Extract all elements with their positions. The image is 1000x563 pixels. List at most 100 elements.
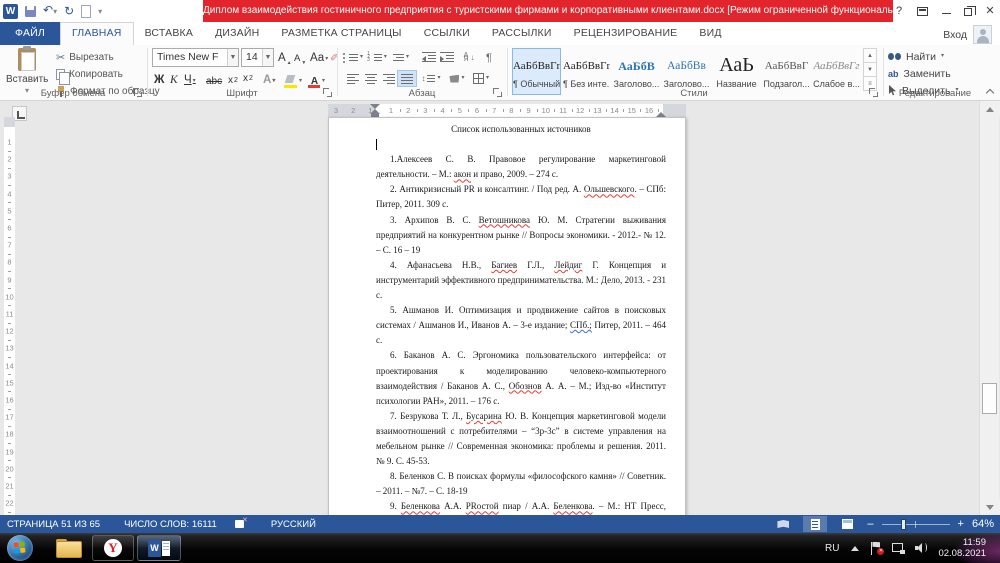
help-icon[interactable]: ? (893, 0, 905, 22)
chevron-down-icon[interactable]: ▼ (262, 49, 273, 66)
italic-button[interactable]: К (170, 71, 178, 88)
bibliography-item-1[interactable]: 1.Алексеев С. В. Правовое регулирование … (376, 152, 666, 182)
replace-button[interactable]: ab Заменить (888, 66, 951, 81)
align-right-button[interactable] (379, 70, 399, 87)
shrink-font-button[interactable]: А▼ (294, 49, 306, 66)
restore-icon[interactable] (964, 8, 972, 16)
network-icon[interactable] (892, 542, 905, 554)
decrease-indent-button[interactable] (419, 49, 439, 66)
bullets-button[interactable]: ▾ (343, 49, 363, 66)
minimize-icon[interactable] (940, 0, 952, 22)
align-left-button[interactable] (343, 70, 363, 87)
grow-font-button[interactable]: А▲ (278, 49, 292, 66)
taskbar-word-button[interactable]: W (137, 535, 181, 561)
numbering-button[interactable]: 123 ▾ (367, 49, 387, 66)
chevron-down-icon[interactable]: ▼ (227, 49, 238, 66)
action-center-flag-icon[interactable]: ✕ (871, 542, 882, 555)
redo-icon[interactable]: ↻ (64, 3, 74, 19)
bibliography-item-5[interactable]: 5. Ашманов И. Оптимизация и продвижение … (376, 303, 666, 348)
strikethrough-button[interactable]: abc (206, 72, 222, 89)
shading-button[interactable]: ▾ (447, 70, 467, 87)
font-dialog-launcher[interactable] (323, 88, 332, 97)
ribbon-tab-вид[interactable]: ВИД (688, 22, 732, 45)
font-family-combo[interactable]: Times New F▼ (152, 48, 239, 67)
clipboard-dialog-launcher[interactable] (133, 88, 142, 97)
avatar-icon[interactable] (973, 25, 992, 44)
increase-indent-button[interactable] (437, 49, 457, 66)
scroll-up-button[interactable] (980, 101, 1000, 117)
bibliography-item-7[interactable]: 7. Безрукова Т. Л., Бусарина Ю. В. Конце… (376, 409, 666, 469)
taskbar-explorer-button[interactable] (52, 535, 84, 561)
font-size-combo[interactable]: 14▼ (241, 48, 274, 67)
change-case-button[interactable]: Аа▾ (310, 49, 328, 66)
bold-button[interactable]: Ж (154, 71, 164, 88)
zoom-in-button[interactable]: + (958, 518, 964, 530)
undo-icon[interactable]: ↶▾ (43, 2, 57, 20)
borders-button[interactable]: ▾ (471, 70, 491, 87)
zoom-level[interactable]: 64% (972, 518, 994, 530)
save-icon[interactable] (25, 6, 36, 17)
bibliography-item-4[interactable]: 4. Афанасьева Н.В., Багиев Г.Л., Лейдиг … (376, 258, 666, 303)
justify-button[interactable] (397, 70, 417, 87)
scrollbar-thumb[interactable] (982, 383, 997, 414)
copy-button[interactable]: Копировать (56, 67, 123, 82)
tray-clock[interactable]: 11:59 02.08.2021 (938, 537, 986, 559)
ribbon-tab-разметка-страницы[interactable]: РАЗМЕТКА СТРАНИЦЫ (270, 22, 412, 45)
find-button[interactable]: Найти▾ (888, 49, 944, 64)
text-effects-button[interactable]: А▾ (263, 71, 275, 88)
styles-scroll-up-icon[interactable]: ▲ (863, 48, 877, 63)
line-spacing-button[interactable]: ↕▾ (421, 70, 441, 87)
taskbar-yandex-button[interactable]: Y (92, 535, 134, 561)
cursor-line[interactable] (376, 137, 666, 152)
document-heading[interactable]: Список использованных источников (376, 122, 666, 137)
ribbon-options-icon[interactable] (917, 7, 928, 16)
ribbon-tab-дизайн[interactable]: ДИЗАЙН (204, 22, 270, 45)
bibliography-item-8[interactable]: 8. Беленков С. В поисках формулы «филосо… (376, 469, 666, 499)
horizontal-ruler[interactable]: 32112345678910111213141516 (328, 104, 686, 117)
web-layout-button[interactable] (835, 516, 859, 532)
document-page[interactable]: Список использованных источников 1.Алекс… (328, 117, 686, 515)
close-icon[interactable]: ✕ (984, 0, 996, 22)
subscript-button[interactable]: x2 (228, 71, 238, 88)
speaker-icon[interactable] (915, 542, 928, 554)
ribbon-tab-главная[interactable]: ГЛАВНАЯ (60, 22, 134, 45)
underline-button[interactable]: Ч▾ (184, 71, 196, 88)
language-indicator[interactable]: РУССКИЙ (271, 519, 316, 530)
sort-button[interactable]: АЯ↓ (459, 49, 479, 66)
highlight-button[interactable]: ▾ (284, 71, 302, 88)
word-count[interactable]: ЧИСЛО СЛОВ: 16111 (124, 519, 217, 530)
zoom-slider[interactable] (882, 516, 950, 532)
show-marks-button[interactable]: ¶ (479, 49, 499, 66)
superscript-button[interactable]: x2 (243, 69, 253, 86)
zoom-out-button[interactable]: – (867, 518, 873, 530)
bibliography-item-3[interactable]: 3. Архипов В. С. Ветошникова Ю. М. Страт… (376, 213, 666, 258)
page-indicator[interactable]: СТРАНИЦА 51 ИЗ 65 (7, 519, 100, 530)
ribbon-tab-рассылки[interactable]: РАССЫЛКИ (481, 22, 563, 45)
ribbon-tab-вставка[interactable]: ВСТАВКА (134, 22, 204, 45)
ribbon-tab-ссылки[interactable]: ССЫЛКИ (413, 22, 481, 45)
align-center-button[interactable] (361, 70, 381, 87)
tray-hidden-icons-icon[interactable] (851, 546, 859, 551)
proofing-errors-icon[interactable] (235, 518, 247, 530)
zoom-slider-thumb[interactable] (901, 519, 906, 530)
start-button[interactable] (7, 535, 33, 561)
bibliography-item-6[interactable]: 6. Баканов А. С. Эргономика пользователь… (376, 348, 666, 408)
scroll-down-button[interactable] (980, 499, 1000, 515)
tray-language[interactable]: RU (825, 543, 839, 554)
cut-button[interactable]: ✂ Вырезать (56, 50, 114, 65)
bibliography-item-9[interactable]: 9. Беленкова А.А. PRостой пиар / А.А. Бе… (376, 499, 666, 515)
paragraph-dialog-launcher[interactable] (493, 88, 502, 97)
styles-scroll-down-icon[interactable]: ▼ (863, 62, 877, 77)
ribbon-tab-файл[interactable]: ФАЙЛ (0, 22, 60, 45)
font-color-button[interactable]: А▾ (308, 71, 325, 88)
vertical-scrollbar[interactable] (979, 101, 999, 515)
collapse-ribbon-icon[interactable] (986, 87, 994, 95)
styles-dialog-launcher[interactable] (869, 88, 878, 97)
read-mode-button[interactable] (771, 516, 795, 532)
sign-in[interactable]: Вход (943, 25, 992, 44)
ribbon-tab-рецензирование[interactable]: РЕЦЕНЗИРОВАНИЕ (563, 22, 689, 45)
vertical-ruler[interactable]: 12345678910111213141516171819202122 (4, 117, 15, 515)
qat-customize-icon[interactable]: ▾ (98, 7, 102, 16)
print-layout-button[interactable] (803, 516, 827, 532)
bibliography-item-2[interactable]: 2. Антикризисный PR и консалтинг. / Под … (376, 182, 666, 212)
